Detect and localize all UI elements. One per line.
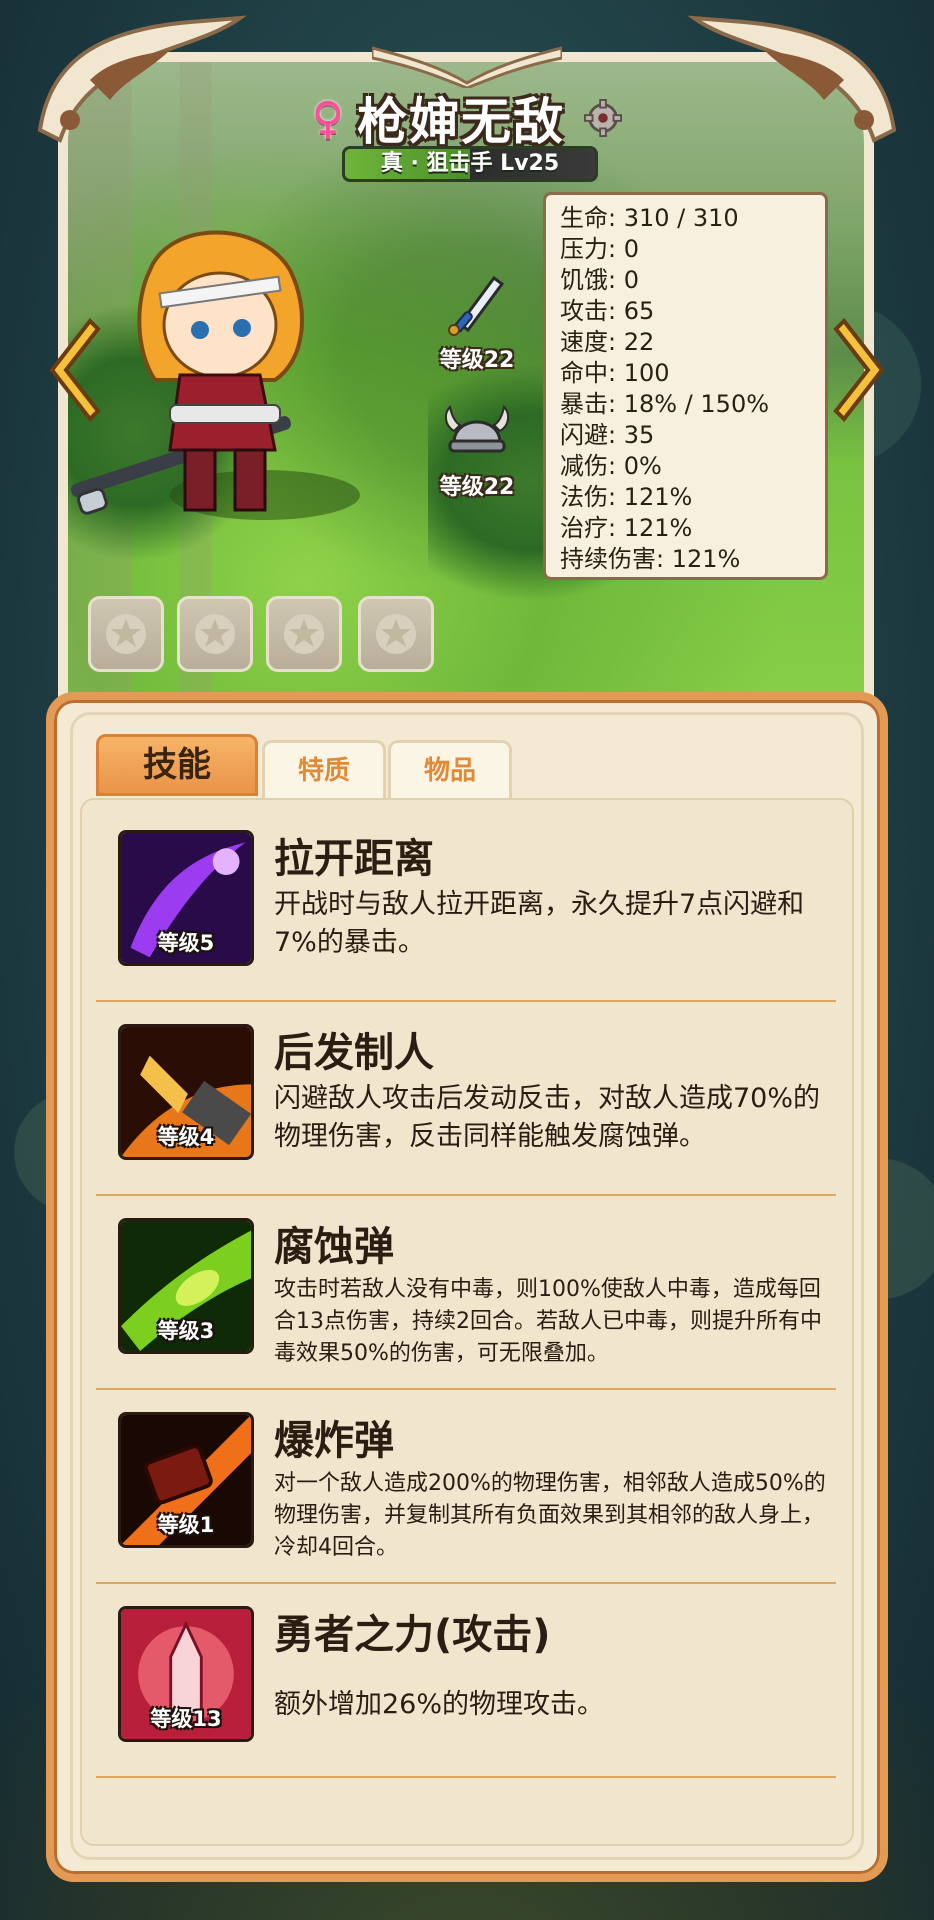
skill-name: 腐蚀弹 [274, 1224, 394, 1270]
weapon-slot[interactable]: 等级22 [417, 268, 537, 374]
skill-icon-hero-power: 等级13 [118, 1606, 254, 1742]
skill-name: 爆炸弹 [274, 1418, 394, 1464]
stat-healing: 治疗: 121% [560, 514, 693, 542]
skill-description: 额外增加26%的物理攻击。 [274, 1689, 605, 1720]
hero-title: ♀ 枪婶无敌 [0, 82, 934, 154]
skill-level: 等级5 [157, 931, 215, 955]
previous-hero-arrow-icon[interactable] [44, 315, 102, 425]
skill-item[interactable]: 等级3 腐蚀弹 攻击时若敌人没有中毒，则100%使敌人中毒，造成每回合13点伤害… [96, 1196, 836, 1390]
skill-level: 等级3 [157, 1319, 215, 1343]
skill-level: 等级4 [157, 1125, 215, 1149]
skill-item[interactable]: 等级13 勇者之力(攻击) 额外增加26%的物理攻击。 [96, 1584, 836, 1778]
skill-icon-explosive: 等级1 [118, 1412, 254, 1548]
skill-name: 拉开距离 [274, 836, 434, 882]
skill-description: 攻击时若敌人没有中毒，则100%使敌人中毒，造成每回合13点伤害，持续2回合。若… [274, 1277, 822, 1366]
stat-speed: 速度: 22 [560, 328, 655, 356]
skill-item[interactable]: 等级5 拉开距离 开战时与敌人拉开距离，永久提升7点闪避和7%的暴击。 [96, 808, 836, 1002]
skill-icon-counter: 等级4 [118, 1024, 254, 1160]
skill-description: 开战时与敌人拉开距离，永久提升7点闪避和7%的暴击。 [274, 889, 805, 958]
skill-icon-corrosion: 等级3 [118, 1218, 254, 1354]
star-badge-icon [376, 614, 416, 654]
empty-slot[interactable] [266, 596, 342, 672]
skill-level: 等级1 [157, 1513, 215, 1537]
top-ornament [372, 46, 562, 88]
stat-hp: 生命: 310 / 310 [560, 204, 739, 232]
empty-slot[interactable] [358, 596, 434, 672]
sword-icon [448, 275, 505, 336]
next-hero-arrow-icon[interactable] [832, 315, 890, 425]
stat-attack: 攻击: 65 [560, 297, 655, 325]
stat-hunger: 饥饿: 0 [560, 266, 639, 294]
tab-skills[interactable]: 技能 [96, 734, 258, 796]
skill-description: 对一个敌人造成200%的物理伤害，相邻敌人造成50%的物理伤害，并复制其所有负面… [274, 1471, 826, 1560]
stats-panel: 生命: 310 / 310 压力: 0 饥饿: 0 攻击: 65 速度: 22 … [543, 192, 828, 580]
skill-description: 闪避敌人攻击后发动反击，对敌人造成70%的物理伤害，反击同样能触发腐蚀弹。 [274, 1083, 821, 1152]
helmet-slot[interactable]: 等级22 [417, 395, 537, 501]
tab-items[interactable]: 物品 [388, 740, 512, 798]
skill-name: 后发制人 [274, 1030, 434, 1076]
skill-level: 等级13 [150, 1707, 222, 1731]
skill-item[interactable]: 等级4 后发制人 闪避敌人攻击后发动反击，对敌人造成70%的物理伤害，反击同样能… [96, 1002, 836, 1196]
stat-stress: 压力: 0 [560, 235, 639, 263]
viking-helmet-icon [444, 404, 510, 453]
female-gender-icon: ♀ [311, 92, 345, 144]
stat-damage-reduction: 减伤: 0% [560, 452, 662, 480]
empty-slot[interactable] [177, 596, 253, 672]
skill-icon-distance: 等级5 [118, 830, 254, 966]
class-level-badge: 真 · 狙击手 Lv25 [342, 146, 598, 182]
skill-name: 勇者之力(攻击) [274, 1612, 551, 1658]
helmet-level: 等级22 [439, 475, 515, 500]
stat-crit: 暴击: 18% / 150% [560, 390, 770, 418]
stat-accuracy: 命中: 100 [560, 359, 670, 387]
star-badge-icon [106, 614, 146, 654]
gear-icon[interactable] [584, 99, 623, 137]
stat-dodge: 闪避: 35 [560, 421, 655, 449]
divider [96, 1776, 836, 1778]
skill-item[interactable]: 等级1 爆炸弹 对一个敌人造成200%的物理伤害，相邻敌人造成50%的物理伤害，… [96, 1390, 836, 1584]
weapon-level: 等级22 [439, 348, 515, 373]
empty-slot[interactable] [88, 596, 164, 672]
tab-traits[interactable]: 特质 [262, 740, 386, 798]
stat-dot-damage: 持续伤害: 121% [560, 545, 741, 573]
sniper-character-sprite [70, 230, 304, 515]
star-badge-icon [195, 614, 235, 654]
stat-magic-damage: 法伤: 121% [560, 483, 693, 511]
hero-name[interactable]: 枪婶无敌 [357, 82, 565, 154]
star-badge-icon [284, 614, 324, 654]
